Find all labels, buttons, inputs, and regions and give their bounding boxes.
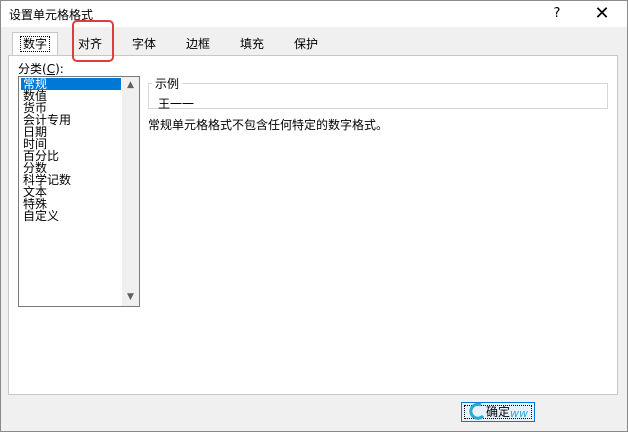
highlight-box: [72, 20, 114, 62]
close-button[interactable]: ✕: [589, 4, 615, 24]
sample-box: [148, 83, 608, 109]
sample-label: 示例: [152, 75, 183, 92]
category-scrollbar[interactable]: ▲ ▼: [122, 77, 139, 306]
category-label-text: 分类(: [18, 62, 47, 76]
scroll-down-icon[interactable]: ▼: [122, 289, 139, 306]
tab-font[interactable]: 字体: [126, 34, 162, 54]
tab-protection-label: 保护: [293, 37, 318, 51]
sample-value: 王一一: [158, 97, 195, 111]
tab-font-label: 字体: [131, 37, 156, 51]
tab-protection[interactable]: 保护: [288, 34, 324, 54]
tab-border[interactable]: 边框: [180, 34, 216, 54]
ok-button-label: 确定: [485, 405, 510, 419]
format-description: 常规单元格格式不包含任何特定的数字格式。: [148, 118, 389, 132]
tab-fill-label: 填充: [239, 37, 264, 51]
category-label-end: ):: [55, 62, 64, 76]
list-item[interactable]: 自定义: [21, 210, 61, 222]
category-accesskey: C: [46, 62, 56, 76]
watermark-logo-icon: [469, 402, 485, 420]
scroll-up-icon[interactable]: ▲: [122, 77, 139, 94]
watermark-text: ww: [510, 407, 528, 420]
help-button[interactable]: ?: [545, 4, 569, 24]
category-label: 分类(C):: [18, 60, 64, 77]
tab-border-label: 边框: [185, 37, 210, 51]
category-list[interactable]: 常规 数值 货币 会计专用 日期 时间 百分比 分数 科学记数 文本 特殊 自定…: [18, 76, 140, 307]
tab-number[interactable]: 数字: [12, 32, 58, 55]
tab-number-label: 数字: [19, 36, 51, 52]
tab-fill[interactable]: 填充: [234, 34, 270, 54]
